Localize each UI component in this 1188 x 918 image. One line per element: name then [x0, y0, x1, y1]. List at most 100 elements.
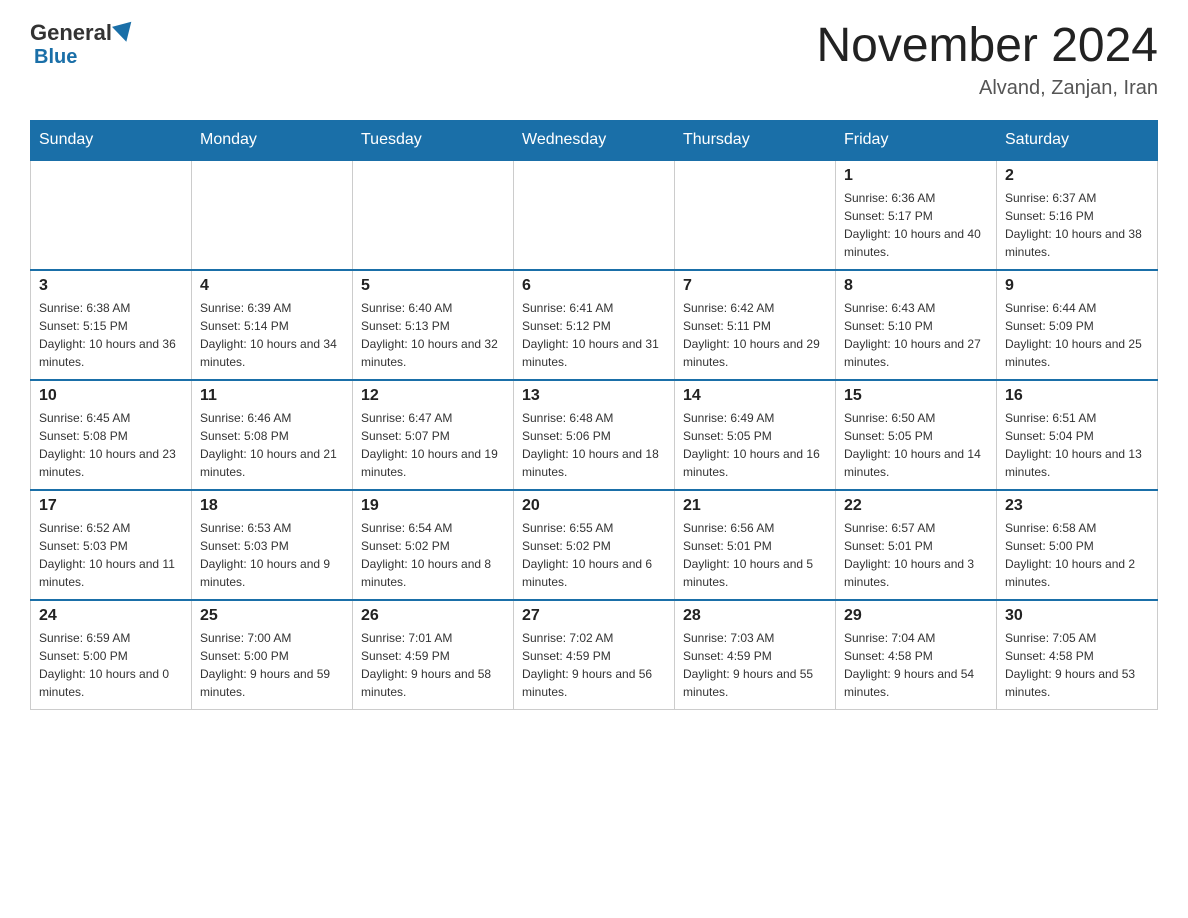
table-row: 18 Sunrise: 6:53 AMSunset: 5:03 PMDayligh… [192, 490, 353, 600]
day-number: 11 [200, 387, 344, 405]
day-number: 3 [39, 277, 183, 295]
table-row: 4 Sunrise: 6:39 AMSunset: 5:14 PMDaylight… [192, 270, 353, 380]
col-thursday: Thursday [675, 120, 836, 160]
day-info: Sunrise: 6:39 AMSunset: 5:14 PMDaylight:… [200, 299, 344, 371]
day-info: Sunrise: 7:05 AMSunset: 4:58 PMDaylight:… [1005, 629, 1149, 701]
calendar-week-row: 10 Sunrise: 6:45 AMSunset: 5:08 PMDayligh… [31, 380, 1158, 490]
day-info: Sunrise: 6:49 AMSunset: 5:05 PMDaylight:… [683, 409, 827, 481]
day-number: 12 [361, 387, 505, 405]
day-info: Sunrise: 6:53 AMSunset: 5:03 PMDaylight:… [200, 519, 344, 591]
day-info: Sunrise: 6:59 AMSunset: 5:00 PMDaylight:… [39, 629, 183, 701]
logo-general-text: General [30, 20, 112, 46]
table-row: 30 Sunrise: 7:05 AMSunset: 4:58 PMDayligh… [997, 600, 1158, 710]
table-row: 24Sunrise: 6:59 AMSunset: 5:00 PMDayligh… [31, 600, 192, 710]
table-row: 13Sunrise: 6:48 AMSunset: 5:06 PMDayligh… [514, 380, 675, 490]
day-number: 22 [844, 497, 988, 515]
table-row: 26Sunrise: 7:01 AMSunset: 4:59 PMDayligh… [353, 600, 514, 710]
table-row: 29Sunrise: 7:04 AMSunset: 4:58 PMDayligh… [836, 600, 997, 710]
day-number: 2 [1005, 167, 1149, 185]
day-info: Sunrise: 6:45 AMSunset: 5:08 PMDaylight:… [39, 409, 183, 481]
table-row: 20 Sunrise: 6:55 AMSunset: 5:02 PMDayligh… [514, 490, 675, 600]
day-info: Sunrise: 7:02 AMSunset: 4:59 PMDaylight:… [522, 629, 666, 701]
day-number: 16 [1005, 387, 1149, 405]
day-number: 27 [522, 607, 666, 625]
col-tuesday: Tuesday [353, 120, 514, 160]
table-row: 28Sunrise: 7:03 AMSunset: 4:59 PMDayligh… [675, 600, 836, 710]
day-number: 6 [522, 277, 666, 295]
day-number: 7 [683, 277, 827, 295]
day-number: 26 [361, 607, 505, 625]
table-row: 12 Sunrise: 6:47 AMSunset: 5:07 PMDayligh… [353, 380, 514, 490]
day-number: 14 [683, 387, 827, 405]
col-monday: Monday [192, 120, 353, 160]
month-title: November 2024 [816, 20, 1158, 73]
day-info: Sunrise: 7:00 AMSunset: 5:00 PMDaylight:… [200, 629, 344, 701]
table-row: 17 Sunrise: 6:52 AMSunset: 5:03 PMDayligh… [31, 490, 192, 600]
calendar-header-row: Sunday Monday Tuesday Wednesday Thursday… [31, 120, 1158, 160]
title-area: November 2024 Alvand, Zanjan, Iran [816, 20, 1158, 100]
day-info: Sunrise: 7:04 AMSunset: 4:58 PMDaylight:… [844, 629, 988, 701]
day-number: 21 [683, 497, 827, 515]
day-number: 30 [1005, 607, 1149, 625]
day-info: Sunrise: 6:43 AMSunset: 5:10 PMDaylight:… [844, 299, 988, 371]
col-sunday: Sunday [31, 120, 192, 160]
table-row: 15 Sunrise: 6:50 AMSunset: 5:05 PMDayligh… [836, 380, 997, 490]
table-row [514, 160, 675, 270]
table-row: 11 Sunrise: 6:46 AMSunset: 5:08 PMDayligh… [192, 380, 353, 490]
day-info: Sunrise: 6:40 AMSunset: 5:13 PMDaylight:… [361, 299, 505, 371]
day-number: 9 [1005, 277, 1149, 295]
day-info: Sunrise: 6:47 AMSunset: 5:07 PMDaylight:… [361, 409, 505, 481]
day-number: 8 [844, 277, 988, 295]
day-info: Sunrise: 6:42 AMSunset: 5:11 PMDaylight:… [683, 299, 827, 371]
day-number: 18 [200, 497, 344, 515]
table-row: 8 Sunrise: 6:43 AMSunset: 5:10 PMDaylight… [836, 270, 997, 380]
col-friday: Friday [836, 120, 997, 160]
day-number: 19 [361, 497, 505, 515]
table-row: 27 Sunrise: 7:02 AMSunset: 4:59 PMDayligh… [514, 600, 675, 710]
table-row [675, 160, 836, 270]
table-row [353, 160, 514, 270]
location-text: Alvand, Zanjan, Iran [816, 77, 1158, 100]
day-info: Sunrise: 6:52 AMSunset: 5:03 PMDaylight:… [39, 519, 183, 591]
logo: General Blue [30, 20, 134, 69]
day-number: 15 [844, 387, 988, 405]
table-row: 10 Sunrise: 6:45 AMSunset: 5:08 PMDayligh… [31, 380, 192, 490]
day-info: Sunrise: 6:46 AMSunset: 5:08 PMDaylight:… [200, 409, 344, 481]
calendar-week-row: 3 Sunrise: 6:38 AMSunset: 5:15 PMDaylight… [31, 270, 1158, 380]
logo-blue-text: Blue [34, 46, 77, 68]
day-info: Sunrise: 6:44 AMSunset: 5:09 PMDaylight:… [1005, 299, 1149, 371]
day-number: 4 [200, 277, 344, 295]
day-info: Sunrise: 6:54 AMSunset: 5:02 PMDaylight:… [361, 519, 505, 591]
table-row: 7 Sunrise: 6:42 AMSunset: 5:11 PMDaylight… [675, 270, 836, 380]
day-info: Sunrise: 6:48 AMSunset: 5:06 PMDaylight:… [522, 409, 666, 481]
day-number: 20 [522, 497, 666, 515]
table-row: 14 Sunrise: 6:49 AMSunset: 5:05 PMDayligh… [675, 380, 836, 490]
table-row: 23Sunrise: 6:58 AMSunset: 5:00 PMDayligh… [997, 490, 1158, 600]
calendar-table: Sunday Monday Tuesday Wednesday Thursday… [30, 120, 1158, 711]
day-info: Sunrise: 6:50 AMSunset: 5:05 PMDaylight:… [844, 409, 988, 481]
day-number: 28 [683, 607, 827, 625]
day-number: 1 [844, 167, 988, 185]
day-number: 17 [39, 497, 183, 515]
table-row: 5Sunrise: 6:40 AMSunset: 5:13 PMDaylight… [353, 270, 514, 380]
day-info: Sunrise: 6:55 AMSunset: 5:02 PMDaylight:… [522, 519, 666, 591]
table-row [192, 160, 353, 270]
table-row: 6 Sunrise: 6:41 AMSunset: 5:12 PMDaylight… [514, 270, 675, 380]
table-row: 1Sunrise: 6:36 AMSunset: 5:17 PMDaylight… [836, 160, 997, 270]
day-info: Sunrise: 6:38 AMSunset: 5:15 PMDaylight:… [39, 299, 183, 371]
table-row [31, 160, 192, 270]
day-info: Sunrise: 6:37 AMSunset: 5:16 PMDaylight:… [1005, 189, 1149, 261]
day-info: Sunrise: 6:41 AMSunset: 5:12 PMDaylight:… [522, 299, 666, 371]
day-number: 23 [1005, 497, 1149, 515]
calendar-week-row: 24Sunrise: 6:59 AMSunset: 5:00 PMDayligh… [31, 600, 1158, 710]
table-row: 25 Sunrise: 7:00 AMSunset: 5:00 PMDayligh… [192, 600, 353, 710]
table-row: 3 Sunrise: 6:38 AMSunset: 5:15 PMDaylight… [31, 270, 192, 380]
day-number: 25 [200, 607, 344, 625]
table-row: 2 Sunrise: 6:37 AMSunset: 5:16 PMDaylight… [997, 160, 1158, 270]
day-number: 10 [39, 387, 183, 405]
day-info: Sunrise: 6:56 AMSunset: 5:01 PMDaylight:… [683, 519, 827, 591]
calendar-week-row: 1Sunrise: 6:36 AMSunset: 5:17 PMDaylight… [31, 160, 1158, 270]
calendar-week-row: 17 Sunrise: 6:52 AMSunset: 5:03 PMDayligh… [31, 490, 1158, 600]
table-row: 22Sunrise: 6:57 AMSunset: 5:01 PMDayligh… [836, 490, 997, 600]
logo-arrow-icon [112, 22, 136, 45]
